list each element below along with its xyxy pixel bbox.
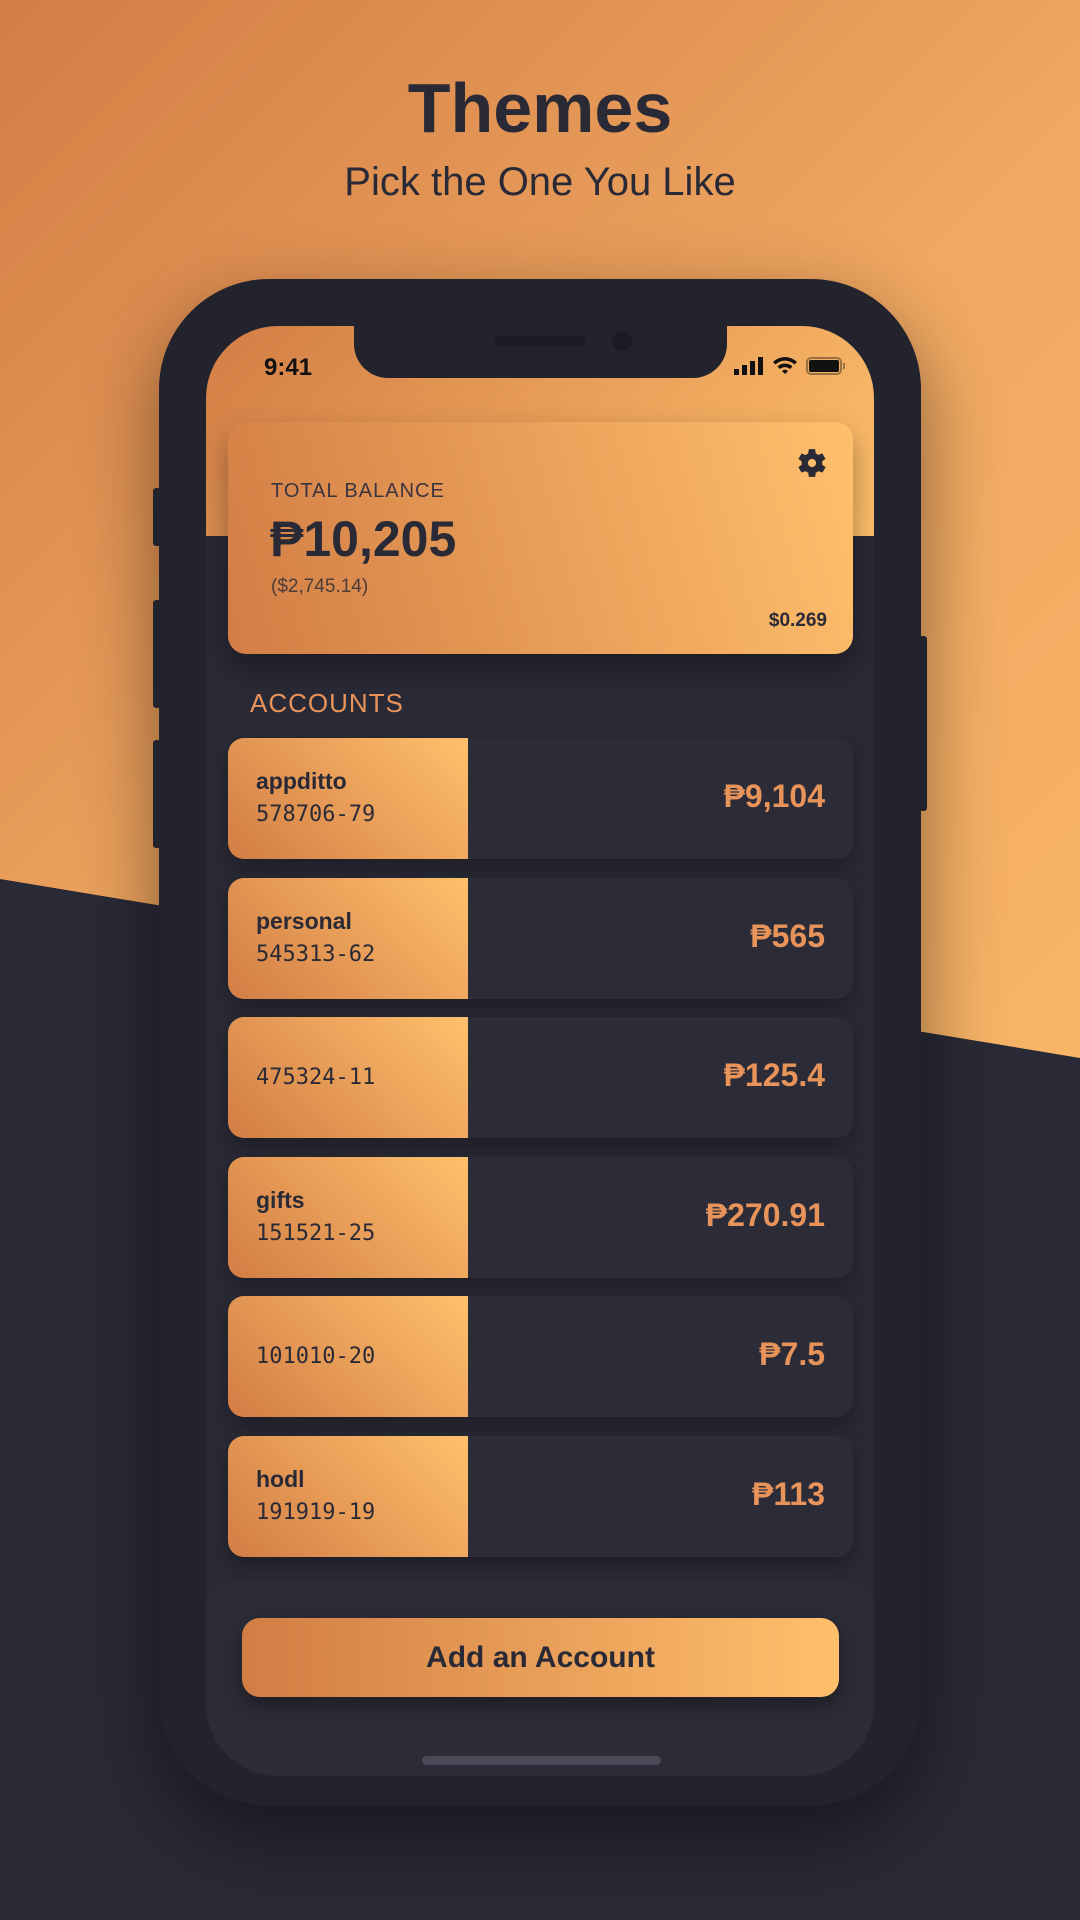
account-color-block: appditto 578706-79 bbox=[228, 738, 468, 859]
account-amount: ₱125.4 bbox=[723, 1057, 825, 1094]
account-color-block: personal 545313-62 bbox=[228, 877, 468, 999]
speaker bbox=[494, 336, 586, 346]
account-row[interactable]: 475324-11 ₱125.4 bbox=[228, 1017, 853, 1139]
account-color-block: gifts 151521-25 bbox=[228, 1156, 468, 1278]
account-row[interactable]: appditto 578706-79 ₱9,104 bbox=[228, 738, 853, 859]
account-number: 191919-19 bbox=[256, 1500, 376, 1525]
notch bbox=[354, 326, 727, 378]
phone-side-button bbox=[153, 600, 161, 708]
account-number: 151521-25 bbox=[256, 1220, 376, 1246]
signal-icon bbox=[734, 356, 763, 375]
account-number: 101010-20 bbox=[256, 1344, 376, 1370]
battery-icon bbox=[806, 356, 845, 375]
account-name: personal bbox=[256, 907, 352, 934]
camera bbox=[612, 331, 632, 351]
phone-side-button bbox=[919, 636, 927, 811]
page-subtitle: Pick the One You Like bbox=[344, 160, 736, 204]
account-number: 545313-62 bbox=[256, 941, 376, 967]
account-amount: ₱270.91 bbox=[705, 1196, 825, 1233]
account-amount: ₱565 bbox=[750, 917, 825, 954]
account-color-block: 101010-20 bbox=[228, 1296, 468, 1418]
add-account-button[interactable]: Add an Account bbox=[242, 1618, 839, 1697]
account-name: gifts bbox=[256, 1186, 305, 1213]
phone-side-button bbox=[153, 740, 161, 848]
account-row[interactable]: 101010-20 ₱7.5 bbox=[228, 1296, 853, 1418]
status-time: 9:41 bbox=[264, 354, 313, 381]
account-row[interactable]: gifts 151521-25 ₱270.91 bbox=[228, 1156, 853, 1278]
account-row[interactable]: hodl 191919-19 ₱113 bbox=[228, 1436, 853, 1557]
accounts-label: ACCOUNTS bbox=[250, 688, 404, 718]
account-name: appditto bbox=[256, 768, 347, 794]
balance-card: TOTAL BALANCE ₱10,205 ($2,745.14) $0.269 bbox=[228, 422, 853, 654]
account-color-block: 475324-11 bbox=[228, 1017, 468, 1139]
account-amount: ₱113 bbox=[752, 1476, 825, 1512]
bottom-panel: Add an Account bbox=[206, 1582, 874, 1776]
gear-icon[interactable] bbox=[793, 444, 831, 482]
wifi-icon bbox=[773, 357, 797, 374]
total-balance-amount: ₱10,205 bbox=[270, 511, 457, 567]
account-amount: ₱7.5 bbox=[759, 1336, 825, 1373]
total-balance-label: TOTAL BALANCE bbox=[271, 480, 445, 502]
account-color-block: hodl 191919-19 bbox=[228, 1436, 468, 1557]
status-icons bbox=[734, 356, 846, 375]
page-title: Themes bbox=[407, 69, 673, 147]
account-number: 475324-11 bbox=[256, 1065, 376, 1091]
phone-side-button bbox=[153, 488, 161, 546]
account-name: hodl bbox=[256, 1466, 305, 1492]
account-number: 578706-79 bbox=[256, 802, 376, 827]
total-balance-usd: ($2,745.14) bbox=[271, 576, 369, 597]
phone-screen: 9:41 TOTAL BALANCE ₱10,205 ($2,745.14) $… bbox=[206, 326, 874, 1776]
account-row[interactable]: personal 545313-62 ₱565 bbox=[228, 877, 853, 999]
coin-price: $0.269 bbox=[768, 610, 827, 631]
account-amount: ₱9,104 bbox=[723, 778, 825, 814]
home-indicator[interactable] bbox=[422, 1756, 661, 1765]
